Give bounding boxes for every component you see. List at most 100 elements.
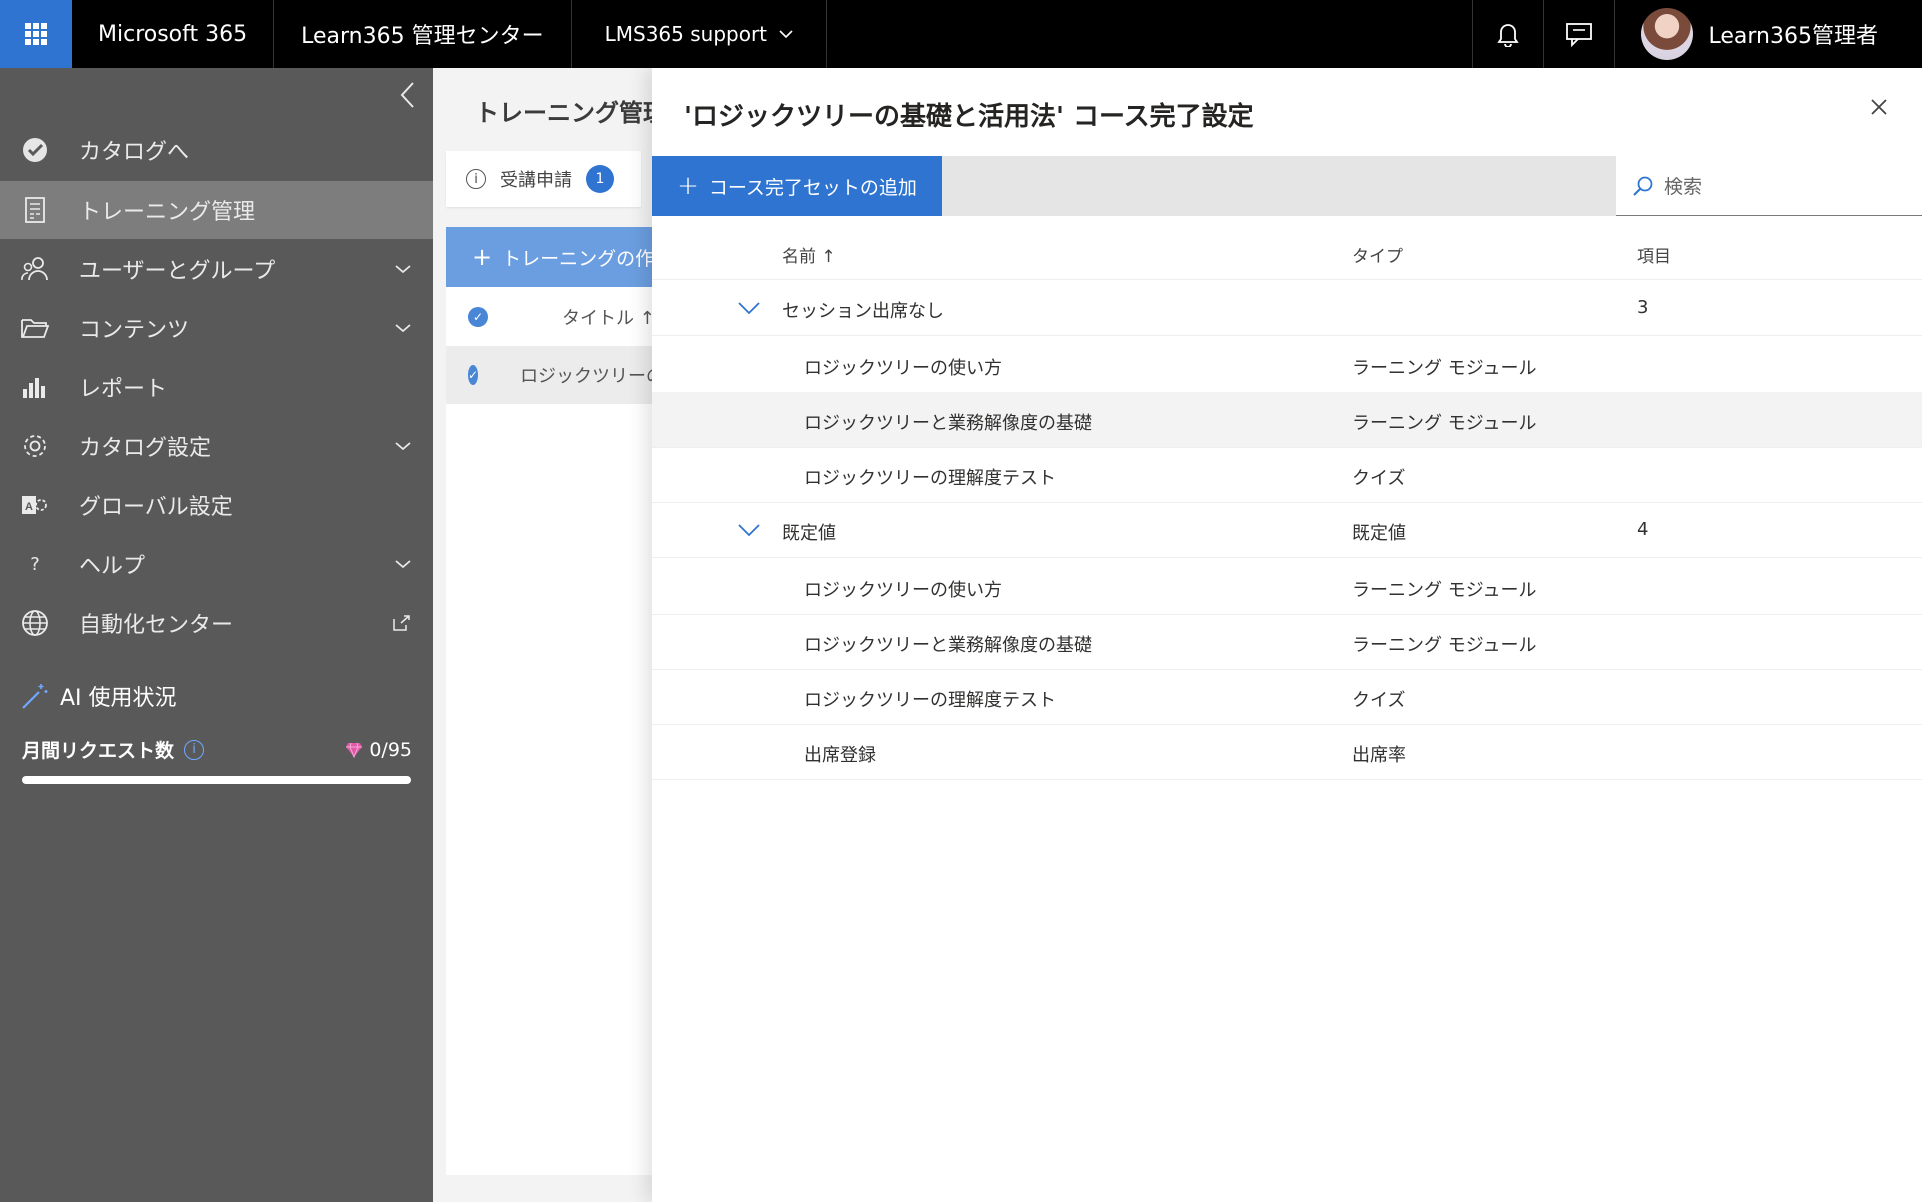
nav-item-users-groups[interactable]: ユーザーとグループ: [0, 240, 433, 298]
row-checkbox[interactable]: ✓: [468, 365, 479, 385]
feedback-icon: [1565, 23, 1592, 47]
left-navigation: カタログへ トレーニング管理 ユーザーとグループ コンテンツ レポート カタログ…: [0, 68, 433, 1202]
row-type: 出席率: [1352, 745, 1406, 766]
pending-count-badge: 1: [586, 165, 614, 193]
info-icon[interactable]: i: [184, 739, 205, 760]
globe-icon: [22, 610, 48, 636]
chevron-down-icon: [395, 324, 411, 333]
notifications-button[interactable]: [1473, 0, 1544, 68]
top-bar: Microsoft 365 Learn365 管理センター LMS365 sup…: [0, 0, 1922, 68]
page-title: トレーニング管理: [475, 99, 667, 127]
training-row-title: ロジックツリーの基礎と活用法: [520, 366, 656, 387]
tenant-selector[interactable]: LMS365 support: [572, 0, 828, 68]
row-name: ロジックツリーの使い方: [804, 358, 1002, 379]
course-completion-panel: 'ロジックツリーの基礎と活用法' コース完了設定 + コース完了セットの追加 検…: [652, 68, 1922, 1202]
nav-item-help[interactable]: ? ヘルプ: [0, 535, 433, 593]
group-row[interactable]: セッション出席なし 3: [652, 280, 1922, 336]
nav-item-content[interactable]: コンテンツ: [0, 299, 433, 357]
column-header-title[interactable]: タイトル ↑: [562, 304, 655, 330]
close-icon[interactable]: [1870, 98, 1888, 116]
chevron-down-icon[interactable]: [738, 302, 760, 315]
add-completion-set-label: コース完了セットの追加: [708, 176, 917, 199]
panel-title: 'ロジックツリーの基礎と活用法' コース完了設定: [684, 102, 1254, 132]
table-row[interactable]: ロジックツリーと業務解像度の基礎 ラーニング モジュール: [652, 614, 1922, 670]
brand-link[interactable]: Microsoft 365: [72, 0, 275, 68]
create-training-button[interactable]: + トレーニングの作成: [446, 227, 656, 287]
magic-wand-icon: [22, 684, 48, 709]
chevron-down-icon: [779, 30, 793, 39]
avatar: [1640, 8, 1693, 60]
nav-item-label: グローバル設定: [79, 495, 233, 520]
app-launcher-button[interactable]: [0, 0, 72, 68]
chevron-down-icon: [395, 442, 411, 451]
tenant-label: LMS365 support: [604, 22, 768, 46]
nav-item-training[interactable]: トレーニング管理: [0, 181, 433, 239]
table-row[interactable]: ロジックツリーの使い方 ラーニング モジュール: [652, 559, 1922, 615]
chevron-down-icon: [395, 560, 411, 569]
nav-item-label: ユーザーとグループ: [79, 259, 276, 284]
search-icon: [1633, 176, 1653, 196]
nav-item-catalog-settings[interactable]: カタログ設定: [0, 417, 433, 475]
nav-item-label: コンテンツ: [79, 318, 190, 343]
column-header-items[interactable]: 項目: [1637, 242, 1671, 267]
monthly-requests-label: 月間リクエスト数: [22, 740, 175, 762]
row-type: クイズ: [1352, 468, 1406, 489]
collapse-nav-icon[interactable]: [398, 80, 416, 110]
table-row[interactable]: ロジックツリーと業務解像度の基礎 ラーニング モジュール: [652, 392, 1922, 448]
catalog-check-icon: [23, 138, 47, 162]
row-type: ラーニング モジュール: [1352, 358, 1537, 379]
nav-item-reports[interactable]: レポート: [0, 358, 433, 416]
admin-center-label: Learn365 管理センター: [301, 24, 544, 49]
ai-usage-title: AI 使用状況: [20, 680, 177, 712]
pending-requests-card[interactable]: i 受講申請 1: [446, 151, 641, 207]
training-list-header: ✓ タイトル ↑: [446, 288, 656, 346]
nav-item-label: レポート: [79, 377, 168, 402]
group-name: セッション出席なし: [782, 301, 944, 322]
add-completion-set-button[interactable]: + コース完了セットの追加: [652, 156, 942, 216]
create-training-label: トレーニングの作成: [502, 247, 656, 270]
pending-requests-label: 受講申請: [500, 170, 572, 191]
user-name: Learn365管理者: [1708, 24, 1878, 49]
select-all-checkbox[interactable]: ✓: [468, 307, 488, 327]
nav-item-catalog[interactable]: カタログへ: [0, 121, 433, 179]
row-type: クイズ: [1352, 690, 1406, 711]
search-input[interactable]: 検索: [1616, 156, 1922, 216]
group-row[interactable]: 既定値 既定値 4: [652, 502, 1922, 558]
waffle-icon: [25, 23, 47, 45]
nav-item-label: 自動化センター: [79, 613, 234, 638]
bell-icon: [1496, 24, 1519, 47]
chevron-down-icon[interactable]: [738, 524, 760, 537]
users-icon: [21, 257, 48, 281]
feedback-button[interactable]: [1544, 0, 1615, 68]
requests-progress-bar: [22, 776, 411, 784]
nav-item-automation-center[interactable]: 自動化センター: [0, 594, 433, 652]
training-doc-icon: [25, 197, 45, 223]
chevron-down-icon: [395, 265, 411, 274]
external-link-icon: [393, 615, 410, 631]
requests-count: 0/95: [345, 739, 412, 761]
row-type: ラーニング モジュール: [1352, 580, 1537, 601]
table-row[interactable]: ロジックツリーの理解度テスト クイズ: [652, 447, 1922, 503]
column-header-name[interactable]: 名前 ↑: [782, 242, 836, 267]
group-name: 既定値: [782, 523, 836, 544]
row-name: ロジックツリーと業務解像度の基礎: [804, 413, 1092, 434]
group-type: 既定値: [1352, 523, 1406, 544]
row-type: ラーニング モジュール: [1352, 635, 1537, 656]
help-icon: ?: [30, 553, 40, 575]
nav-item-global-settings[interactable]: A グローバル設定: [0, 476, 433, 534]
row-name: ロジックツリーの理解度テスト: [804, 690, 1056, 711]
row-name: ロジックツリーと業務解像度の基礎: [804, 635, 1092, 656]
nav-item-label: カタログ設定: [79, 436, 212, 461]
training-row[interactable]: ✓ ロジックツリーの基礎と活用法: [446, 346, 656, 404]
admin-center-link[interactable]: Learn365 管理センター: [274, 0, 572, 68]
plus-icon: +: [472, 243, 493, 271]
user-menu[interactable]: Learn365管理者: [1615, 0, 1922, 68]
chart-icon: [23, 378, 45, 398]
gem-icon: [346, 742, 363, 758]
table-row[interactable]: ロジックツリーの理解度テスト クイズ: [652, 669, 1922, 725]
table-row[interactable]: ロジックツリーの使い方 ラーニング モジュール: [652, 337, 1922, 393]
search-placeholder: 検索: [1664, 176, 1703, 198]
table-row[interactable]: 出席登録 出席率: [652, 724, 1922, 780]
column-header-type[interactable]: タイプ: [1352, 242, 1403, 267]
row-name: ロジックツリーの使い方: [804, 580, 1002, 601]
